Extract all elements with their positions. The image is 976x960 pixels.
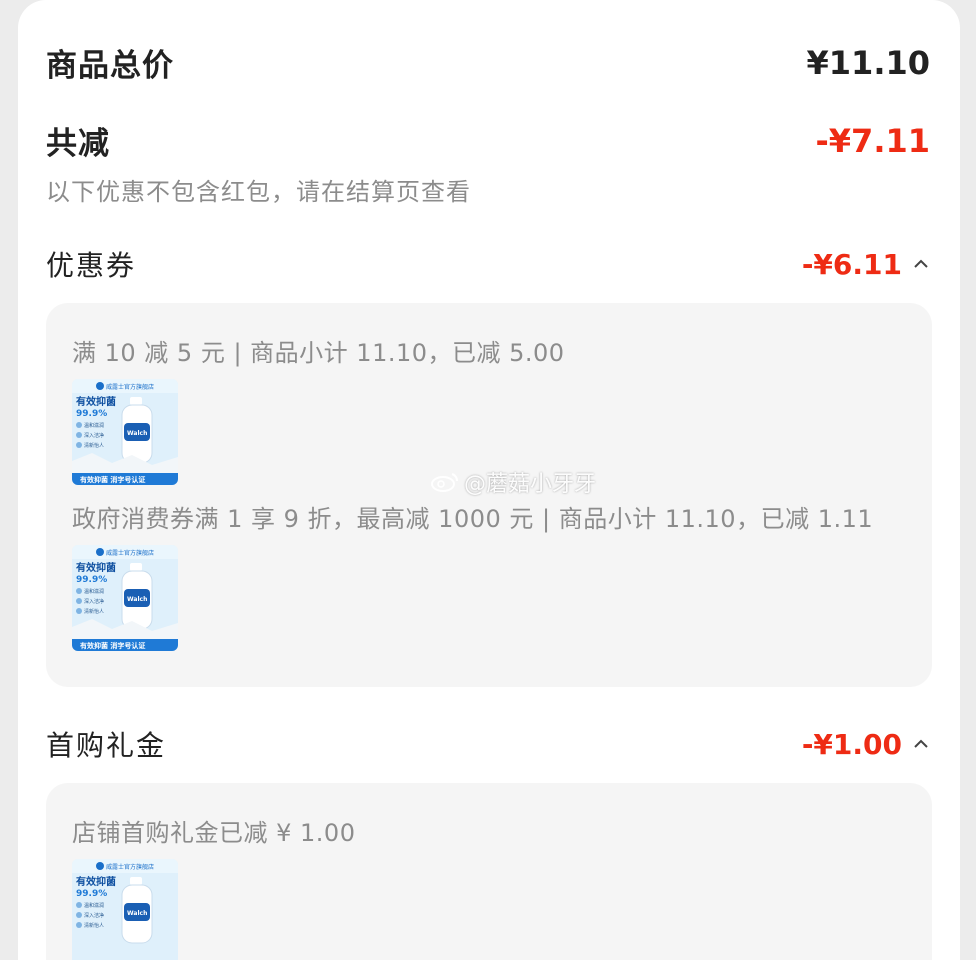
svg-text:温和滋润: 温和滋润 [84,422,104,429]
svg-text:99.9%: 99.9% [76,409,107,419]
svg-text:有效抑菌 消字号认证: 有效抑菌 消字号认证 [80,475,145,484]
order-discount-sheet: 商品总价 ¥11.10 共减 -¥7.11 以下优惠不包含红包，请在结算页查看 … [18,0,960,960]
svg-text:威露士官方旗舰店: 威露士官方旗舰店 [106,383,154,391]
first-purchase-detail-panel: 店铺首购礼金已减 ¥ 1.00 威露士官方旗舰店 有效抑菌 99.9% 温和滋润… [46,783,932,960]
total-price-value: ¥11.10 [806,43,930,82]
first-purchase-item-text: 店铺首购礼金已减 ¥ 1.00 [72,819,356,847]
coupon-item-text: 政府消费券满 1 享 9 折，最高减 1000 元 | 商品小计 11.10，已… [72,505,874,533]
total-reduction-value: -¥7.11 [815,121,931,160]
coupon-section-amount: -¥6.11 [801,247,902,281]
total-price-label: 商品总价 [46,48,174,84]
watermark: @蘑菇小牙牙 [430,466,596,498]
product-thumbnail[interactable]: 威露士官方旗舰店 有效抑菌 99.9% 温和滋润 深入洁净 清新怡人 Walch… [72,379,178,485]
first-purchase-section-amount: -¥1.00 [801,727,902,761]
svg-text:Walch: Walch [127,910,147,917]
watermark-text: @蘑菇小牙牙 [464,472,597,497]
svg-text:有效抑菌: 有效抑菌 [76,395,116,408]
svg-text:温和滋润: 温和滋润 [84,902,104,909]
total-reduction-label: 共减 [46,126,110,162]
coupon-section-header[interactable]: 优惠券 -¥6.11 [46,244,930,284]
coupon-item-text: 满 10 减 5 元 | 商品小计 11.10，已减 5.00 [72,339,565,367]
svg-text:深入洁净: 深入洁净 [84,598,104,605]
coupon-section-label: 优惠券 [46,249,137,282]
discount-note: 以下优惠不包含红包，请在结算页查看 [46,178,471,206]
total-reduction-row: 共减 -¥7.11 [46,118,930,163]
weibo-icon [431,473,458,492]
first-purchase-section-header[interactable]: 首购礼金 -¥1.00 [46,724,930,764]
svg-text:清新怡人: 清新怡人 [84,442,104,449]
svg-text:深入洁净: 深入洁净 [84,432,104,439]
product-thumbnail[interactable]: 威露士官方旗舰店 有效抑菌 99.9% 温和滋润 深入洁净 清新怡人 Walch… [72,545,178,651]
svg-text:Walch: Walch [127,596,147,603]
svg-text:Walch: Walch [127,430,147,437]
svg-text:清新怡人: 清新怡人 [84,922,104,929]
chevron-up-icon[interactable] [912,735,930,753]
chevron-up-icon[interactable] [912,255,930,273]
svg-text:99.9%: 99.9% [76,889,107,899]
svg-text:有效抑菌: 有效抑菌 [76,875,116,888]
svg-text:有效抑菌: 有效抑菌 [76,561,116,574]
svg-text:威露士官方旗舰店: 威露士官方旗舰店 [106,863,154,871]
first-purchase-section-label: 首购礼金 [46,729,167,762]
svg-text:威露士官方旗舰店: 威露士官方旗舰店 [106,549,154,557]
svg-text:温和滋润: 温和滋润 [84,588,104,595]
svg-text:有效抑菌 消字号认证: 有效抑菌 消字号认证 [80,641,145,650]
svg-text:99.9%: 99.9% [76,575,107,585]
total-price-row: 商品总价 ¥11.10 [46,40,930,85]
svg-text:清新怡人: 清新怡人 [84,608,104,615]
svg-text:深入洁净: 深入洁净 [84,912,104,919]
product-thumbnail[interactable]: 威露士官方旗舰店 有效抑菌 99.9% 温和滋润 深入洁净 清新怡人 Walch [72,859,178,960]
